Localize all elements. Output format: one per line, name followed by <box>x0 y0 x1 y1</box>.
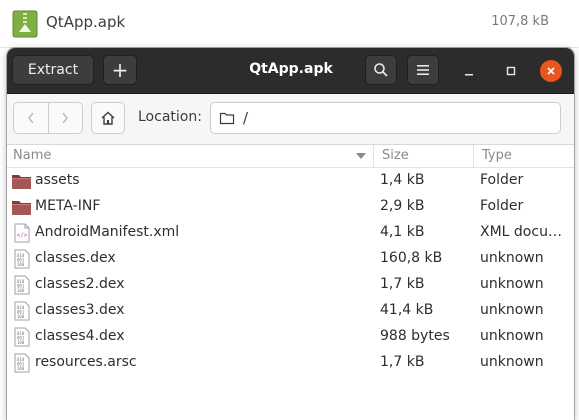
file-name: AndroidManifest.xml <box>35 224 180 240</box>
file-size: 41,4 kB <box>380 302 434 318</box>
minimize-button[interactable] <box>459 61 479 81</box>
file-row[interactable]: 010 001 100 classes3.dex 41,4 kB unknown <box>7 298 574 324</box>
navigation-group <box>13 102 83 134</box>
file-row[interactable]: assets 1,4 kB Folder <box>7 168 574 194</box>
location-path: / <box>243 109 249 127</box>
add-files-button[interactable]: + <box>103 55 137 85</box>
xml-file-icon: </> <box>14 223 30 243</box>
hamburger-menu-icon <box>417 65 429 75</box>
folder-icon <box>12 175 31 189</box>
file-size: 1,7 kB <box>380 354 425 370</box>
column-name-header[interactable]: Name <box>13 148 51 163</box>
column-type-header[interactable]: Type <box>482 148 512 163</box>
file-entry-name: QtApp.apk <box>46 13 126 31</box>
apk-archive-icon <box>12 10 38 38</box>
binary-file-icon: 010 001 100 <box>14 301 30 321</box>
close-icon <box>547 67 555 75</box>
close-button[interactable] <box>540 60 562 82</box>
file-row[interactable]: </> AndroidManifest.xml 4,1 kB XML docu… <box>7 220 574 246</box>
folder-outline-icon <box>219 112 235 125</box>
forward-button[interactable] <box>47 103 83 133</box>
file-name: classes2.dex <box>35 276 125 292</box>
file-entry-size: 107,8 kB <box>491 14 549 29</box>
location-field[interactable]: / <box>210 102 561 134</box>
home-button[interactable] <box>91 102 125 134</box>
file-size: 4,1 kB <box>380 224 425 240</box>
file-row[interactable]: META-INF 2,9 kB Folder <box>7 194 574 220</box>
location-bar: Location: / <box>7 94 574 145</box>
svg-text:100: 100 <box>17 340 25 345</box>
svg-text:100: 100 <box>17 288 25 293</box>
binary-file-icon: 010 001 100 <box>14 275 30 295</box>
home-icon <box>101 111 115 125</box>
headerbar: Extract + QtApp.apk <box>7 48 574 94</box>
minimize-icon <box>465 74 473 76</box>
file-name: classes4.dex <box>35 328 125 344</box>
binary-file-icon: 010 001 100 <box>14 353 30 373</box>
sort-descending-icon <box>356 153 366 159</box>
file-name: assets <box>35 172 80 188</box>
window-title: QtApp.apk <box>249 61 333 77</box>
file-row[interactable]: 010 001 100 classes2.dex 1,7 kB unknown <box>7 272 574 298</box>
file-entry-qtapp-apk[interactable]: QtApp.apk 107,8 kB <box>0 0 579 48</box>
file-type: Folder <box>480 198 524 214</box>
file-size: 988 bytes <box>380 328 450 344</box>
file-size: 1,4 kB <box>380 172 425 188</box>
file-list: assets 1,4 kB Folder META-INF 2,9 kB Fol… <box>7 168 574 376</box>
chevron-right-icon <box>62 112 69 124</box>
folder-icon <box>12 201 31 215</box>
file-size: 2,9 kB <box>380 198 425 214</box>
file-name: classes.dex <box>35 250 116 266</box>
svg-text:100: 100 <box>17 262 25 267</box>
file-name: resources.arsc <box>35 354 137 370</box>
file-type: unknown <box>480 250 544 266</box>
search-icon <box>374 63 388 77</box>
file-type: unknown <box>480 328 544 344</box>
file-type: Folder <box>480 172 524 188</box>
file-type: unknown <box>480 276 544 292</box>
file-type: unknown <box>480 302 544 318</box>
extract-button[interactable]: Extract <box>12 55 94 85</box>
file-row[interactable]: 010 001 100 classes.dex 160,8 kB unknown <box>7 246 574 272</box>
back-button[interactable] <box>14 103 48 133</box>
svg-text:</>: </> <box>17 232 28 239</box>
archive-manager-window: Extract + QtApp.apk Location: / Name Siz… <box>7 48 574 420</box>
file-row[interactable]: 010 001 100 classes4.dex 988 bytes unkno… <box>7 324 574 350</box>
column-separator[interactable] <box>373 145 374 167</box>
file-type: XML docu… <box>480 224 562 240</box>
svg-text:100: 100 <box>17 366 25 371</box>
file-size: 160,8 kB <box>380 250 443 266</box>
file-size: 1,7 kB <box>380 276 425 292</box>
column-size-header[interactable]: Size <box>382 148 409 163</box>
location-label: Location: <box>138 109 202 125</box>
binary-file-icon: 010 001 100 <box>14 249 30 269</box>
maximize-icon <box>506 66 516 76</box>
binary-file-icon: 010 001 100 <box>14 327 30 347</box>
column-separator[interactable] <box>473 145 474 167</box>
menu-button[interactable] <box>407 55 439 85</box>
file-type: unknown <box>480 354 544 370</box>
chevron-left-icon <box>27 112 34 124</box>
column-header: Name Size Type <box>7 145 574 168</box>
maximize-button[interactable] <box>501 61 521 81</box>
file-name: META-INF <box>35 198 101 214</box>
svg-text:100: 100 <box>17 314 25 319</box>
search-button[interactable] <box>365 55 397 85</box>
file-row[interactable]: 010 001 100 resources.arsc 1,7 kB unknow… <box>7 350 574 376</box>
file-name: classes3.dex <box>35 302 125 318</box>
